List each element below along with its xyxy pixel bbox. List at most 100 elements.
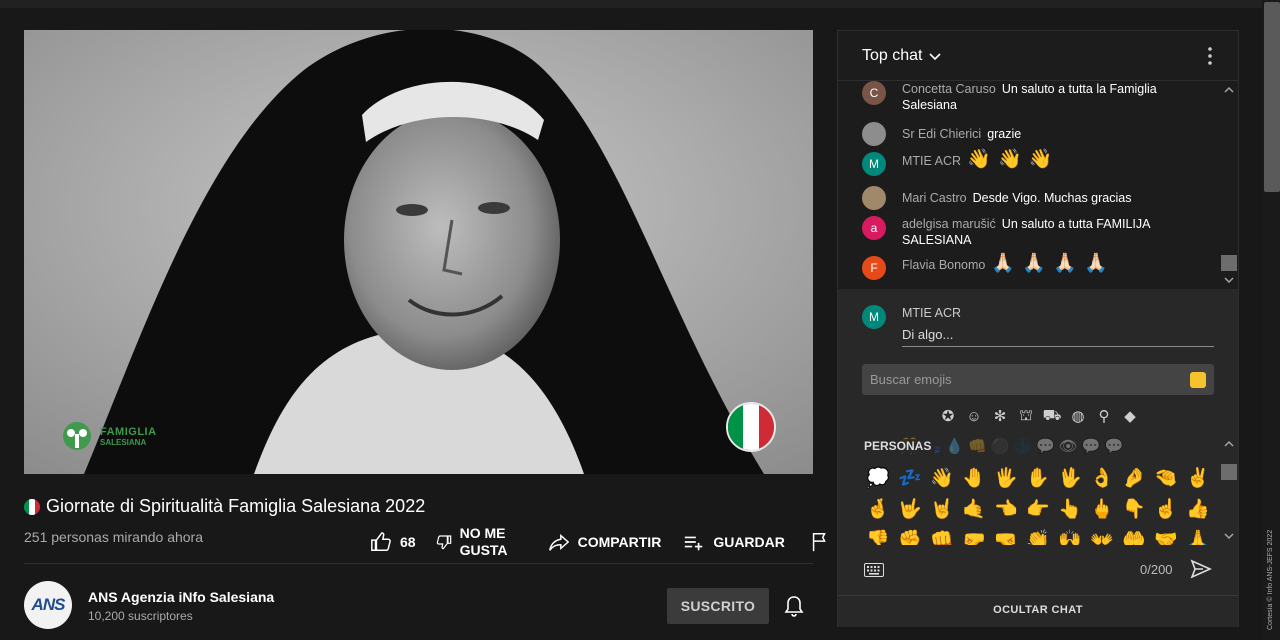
emoji-category-label: PERSONAS	[864, 439, 936, 453]
message-author: Mari Castro	[902, 191, 967, 205]
chevron-down-icon[interactable]	[1224, 275, 1234, 285]
emoji-button[interactable]: 💤	[894, 463, 926, 494]
video-actions: 68 NO ME GUSTA COMPARTIR GUARDAR	[370, 522, 831, 562]
emoji-button[interactable]: 🤲	[1118, 525, 1150, 545]
avatar	[862, 122, 886, 146]
famiglia-salesiana-logo: FAMIGLIA SALESIANA	[58, 422, 157, 452]
emoji-button[interactable]: 🖖	[1054, 463, 1086, 494]
emoji-button[interactable]: 👉	[1022, 494, 1054, 525]
gear-icon[interactable]: ✻	[990, 406, 1010, 426]
emoji-button[interactable]: 👌	[1086, 463, 1118, 494]
thumbs-up-icon	[371, 532, 391, 551]
emoji-button[interactable]: 🤟	[894, 494, 926, 525]
chat-scrollbar[interactable]	[1220, 81, 1238, 289]
car-icon[interactable]: ⛟	[1042, 406, 1062, 426]
image-credit: Cortesía © Info ANS-JEFS 2022	[1267, 529, 1274, 630]
message-author: Flavia Bonomo	[902, 258, 986, 272]
message-author: Sr Edi Chierici	[902, 127, 982, 141]
avatar: C	[862, 81, 886, 105]
emoji-button[interactable]: 🖐	[990, 463, 1022, 494]
message-emoji: 👋 👋 👋	[967, 149, 1054, 170]
dislike-button[interactable]: NO ME GUSTA	[436, 525, 516, 559]
logo-text-salesiana: SALESIANA	[100, 438, 147, 447]
emoji-button[interactable]: 👐	[1086, 525, 1118, 545]
emoji-picker-grid: 🎊🐾💧👊⚫🌑💬👁💬💬 PERSONAS 💭 💤 👋 🤚 🖐 ✋ 🖖 👌 🤌 🤏 …	[862, 435, 1214, 545]
logo-text-famiglia: FAMIGLIA	[100, 426, 157, 438]
chevron-down-icon[interactable]	[1224, 531, 1234, 541]
send-icon[interactable]	[1190, 559, 1212, 579]
bell-icon[interactable]	[782, 594, 806, 618]
emoji-button[interactable]: 👊	[926, 525, 958, 545]
emoji-button[interactable]: 🤌	[1118, 463, 1150, 494]
emoji-button[interactable]: 👎	[862, 525, 894, 545]
emoji-button[interactable]: ✊	[894, 525, 926, 545]
chevron-up-icon[interactable]	[1224, 85, 1234, 95]
chat-message: M MTIE ACR 👋 👋 👋	[862, 149, 1202, 176]
hide-chat-button[interactable]: OCULTAR CHAT	[838, 604, 1238, 616]
emoji-button[interactable]: 🤛	[958, 525, 990, 545]
emoji-button[interactable]: 🤘	[926, 494, 958, 525]
subscribe-button[interactable]: SUSCRITO	[667, 588, 769, 624]
emoji-button[interactable]: ✋	[1022, 463, 1054, 494]
chat-messages[interactable]: C Concetta Caruso Un saluto a tutta la Fa…	[838, 81, 1238, 289]
emoji-category-tabs: ✪ ☺ ✻ ⛫ ⛟ ◍ ⚲ ◆	[938, 406, 1140, 426]
chat-message-input[interactable]: Di algo...	[902, 327, 1214, 347]
like-button[interactable]: 68	[370, 531, 416, 553]
emoji-button[interactable]: 🤚	[958, 463, 990, 494]
channel-name[interactable]: ANS Agenzia iNfo Salesiana	[88, 589, 274, 605]
emoji-button[interactable]: 🤏	[1150, 463, 1182, 494]
chat-message: C Concetta Caruso Un saluto a tutta la Fa…	[862, 81, 1202, 113]
save-button[interactable]: GUARDAR	[683, 531, 785, 553]
emoji-button[interactable]: ☝	[1150, 494, 1182, 525]
emoji-button[interactable]: 🤞	[862, 494, 894, 525]
subscriber-count: 10,200 suscriptores	[88, 609, 193, 623]
emoji-button[interactable]: 👈	[990, 494, 1022, 525]
keyboard-icon[interactable]	[864, 563, 884, 577]
emoji-button[interactable]: 🙌	[1054, 525, 1086, 545]
emoji-button[interactable]: 🤝	[1150, 525, 1182, 545]
emoji-button[interactable]: ✌	[1182, 463, 1214, 494]
video-title: Giornate di Spiritualità Famiglia Salesi…	[46, 496, 426, 516]
chat-scrollbar-thumb[interactable]	[1221, 255, 1237, 271]
divider	[838, 595, 1238, 596]
emoji-search-input[interactable]: Buscar emojis	[862, 364, 1214, 395]
emoji-button[interactable]: 🤜	[990, 525, 1022, 545]
avatar: M	[862, 152, 886, 176]
italy-flag-icon	[24, 498, 40, 515]
emoji-skin-tone-icon[interactable]	[1190, 372, 1206, 388]
message-author: Concetta Caruso	[902, 82, 996, 96]
emoji-button[interactable]: 🙏	[1182, 525, 1214, 545]
video-player[interactable]: FAMIGLIA SALESIANA	[24, 30, 813, 474]
emoji-button[interactable]: 🖕	[1086, 494, 1118, 525]
emoji-button[interactable]: 👋	[926, 463, 958, 494]
star-icon[interactable]: ✪	[938, 406, 958, 426]
channel-avatar-text: ANS	[31, 595, 66, 614]
chat-mode-dropdown[interactable]: Top chat	[862, 47, 942, 65]
avatar: F	[862, 256, 886, 280]
playlist-add-icon	[685, 536, 703, 551]
diamond-icon[interactable]: ◆	[1120, 406, 1140, 426]
chat-message: a adelgisa marušić Un saluto a tutta FAMI…	[862, 216, 1202, 248]
avatar	[862, 186, 886, 210]
message-text: Desde Vigo. Muchas gracias	[972, 191, 1132, 205]
ball-icon[interactable]: ◍	[1068, 406, 1088, 426]
report-button[interactable]	[809, 531, 831, 553]
more-options-icon[interactable]	[1200, 45, 1220, 67]
save-label: GUARDAR	[713, 534, 785, 550]
smiley-icon[interactable]: ☺	[964, 406, 984, 426]
share-arrow-icon	[548, 533, 569, 551]
emoji-button[interactable]: 💭	[862, 463, 894, 494]
emoji-button[interactable]: 👆	[1054, 494, 1086, 525]
cake-icon[interactable]: ⛫	[1016, 406, 1036, 426]
channel-avatar[interactable]: ANS	[24, 581, 72, 629]
page-scrollbar-thumb[interactable]	[1264, 2, 1280, 192]
share-button[interactable]: COMPARTIR	[548, 531, 661, 553]
emoji-button[interactable]: 👍	[1182, 494, 1214, 525]
emoji-button[interactable]: 👏	[1022, 525, 1054, 545]
emoji-button[interactable]: 👇	[1118, 494, 1150, 525]
chevron-up-icon[interactable]	[1224, 439, 1234, 449]
emoji-button[interactable]: 🤙	[958, 494, 990, 525]
emoji-scrollbar[interactable]	[1220, 435, 1238, 545]
bulb-icon[interactable]: ⚲	[1094, 406, 1114, 426]
emoji-scrollbar-thumb[interactable]	[1221, 464, 1237, 480]
